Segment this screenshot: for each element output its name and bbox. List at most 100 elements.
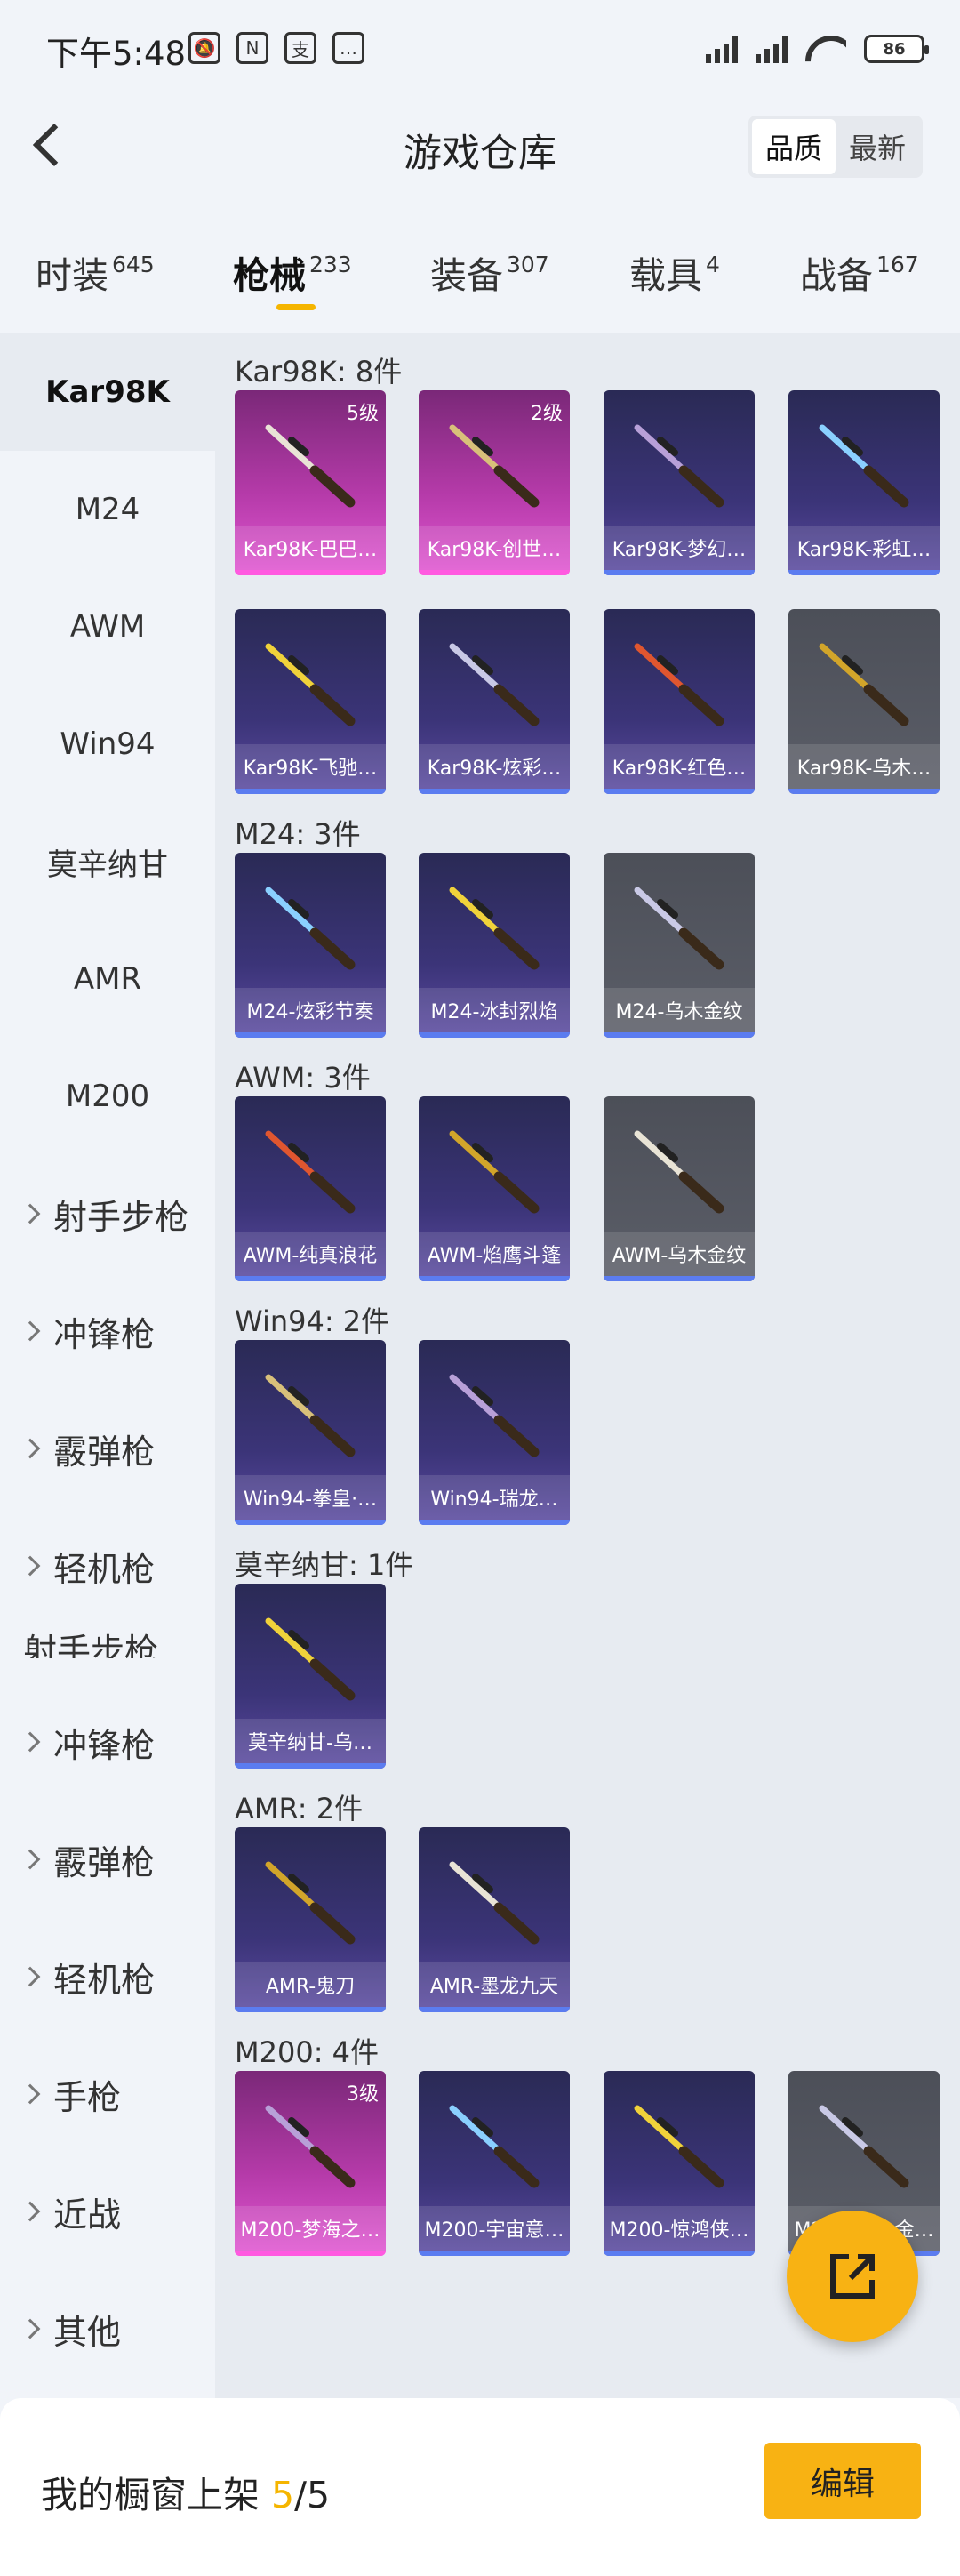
weapon-skin-name: M200-宇宙意… (419, 2206, 570, 2251)
rifle-icon (265, 1130, 356, 1214)
weapon-skin-name: M24-乌木金纹 (604, 988, 755, 1032)
weapon-skin-card[interactable]: M24-乌木金纹 (604, 853, 755, 1038)
sidebar-group-shotgun[interactable]: 霰弹枪 (0, 1390, 215, 1507)
tab-firearms[interactable]: 枪械 233 (233, 245, 352, 299)
rifle-icon (265, 887, 356, 970)
weapon-skin-name: AWM-焰鹰斗篷 (419, 1232, 570, 1276)
rifle-icon (449, 643, 540, 726)
rifle-icon (634, 2105, 724, 2188)
weapon-skin-name: M200-惊鸿侠… (604, 2206, 755, 2251)
weapon-skin-name: Win94-瑞龙… (419, 1475, 570, 1520)
sidebar-item-mosin[interactable]: 莫辛纳甘 (0, 803, 215, 920)
sidebar-group-lmg-2[interactable]: 轻机枪 (0, 1918, 215, 2035)
weapon-skin-card[interactable]: Kar98K-梦幻… (604, 390, 755, 575)
tab-vehicles[interactable]: 载具 4 (629, 245, 720, 299)
chevron-right-icon (20, 1203, 41, 1224)
sort-by-quality-button[interactable]: 品质 (752, 119, 836, 174)
chevron-right-icon (20, 2318, 41, 2339)
rarity-stripe (604, 1276, 755, 1281)
share-external-icon (830, 2254, 875, 2299)
sidebar-group-dmr[interactable]: 射手步枪 (0, 1155, 215, 1272)
level-badge: 5级 (347, 403, 379, 425)
weapon-skin-card[interactable]: Kar98K-红色… (604, 609, 755, 794)
rifle-icon (265, 1861, 356, 1945)
weapon-skin-card[interactable]: Kar98K-飞驰… (235, 609, 386, 794)
weapon-skin-card[interactable]: Kar98K-炫彩… (419, 609, 570, 794)
weapon-skin-card[interactable]: M24-冰封烈焰 (419, 853, 570, 1038)
sidebar-item-amr[interactable]: AMR (0, 920, 215, 1038)
message-icon: … (332, 32, 364, 64)
sidebar-group-shotgun-2[interactable]: 霰弹枪 (0, 1801, 215, 1918)
sidebar-group-melee[interactable]: 近战 (0, 2153, 215, 2270)
showcase-bar: 我的橱窗上架 5/5 编辑 (0, 2398, 960, 2576)
chevron-right-icon (20, 1438, 41, 1459)
sidebar-group-other[interactable]: 其他 (0, 2270, 215, 2387)
rifle-icon (265, 1374, 356, 1457)
rifle-icon (819, 424, 909, 508)
rifle-icon (449, 1861, 540, 1945)
status-time: 下午5:48 (46, 35, 187, 73)
rifle-icon (265, 2105, 356, 2188)
weapon-skin-card[interactable]: M24-炫彩节奏 (235, 853, 386, 1038)
rifle-icon (449, 424, 540, 508)
weapon-skin-card[interactable]: M200-惊鸿侠… (604, 2071, 755, 2256)
category-tabs: 时装 645 枪械 233 装备 307 载具 4 战备 167 (0, 222, 960, 329)
weapon-skin-card[interactable]: Win94-瑞龙… (419, 1340, 570, 1525)
weapon-skin-card[interactable]: 3级 M200-梦海之… (235, 2071, 386, 2256)
sidebar-group-smg-2[interactable]: 冲锋枪 (0, 1683, 215, 1801)
sidebar-item-m200[interactable]: M200 (0, 1038, 215, 1155)
rarity-stripe (419, 2007, 570, 2012)
weapon-skin-card[interactable]: 5级 Kar98K-巴巴… (235, 390, 386, 575)
weapon-skin-card[interactable]: AWM-乌木金纹 (604, 1096, 755, 1281)
weapon-skin-card[interactable]: 2级 Kar98K-创世… (419, 390, 570, 575)
section-title: AMR: 2件 (235, 1792, 364, 1826)
sidebar-group-dmr-duplicate[interactable]: 射手步枪 (0, 1587, 215, 1658)
weapon-skin-name: AMR-鬼刀 (235, 1962, 386, 2007)
edit-button[interactable]: 编辑 (764, 2443, 921, 2519)
tab-supplies[interactable]: 战备 167 (800, 245, 919, 299)
chevron-right-icon (20, 1849, 41, 1870)
weapon-skin-card[interactable]: AMR-鬼刀 (235, 1827, 386, 2012)
weapon-skin-card[interactable]: Kar98K-乌木… (788, 609, 940, 794)
mute-bell-icon: 🔕 (188, 32, 220, 64)
share-fab-button[interactable] (787, 2211, 918, 2342)
sidebar-item-awm[interactable]: AWM (0, 568, 215, 686)
rarity-stripe (788, 570, 940, 575)
active-tab-indicator (276, 304, 316, 310)
rifle-icon (265, 424, 356, 508)
rifle-icon (265, 643, 356, 726)
sidebar-group-smg[interactable]: 冲锋枪 (0, 1272, 215, 1390)
weapon-skin-card[interactable]: M200-宇宙意… (419, 2071, 570, 2256)
rarity-stripe (419, 1520, 570, 1525)
weapon-skin-name: Kar98K-彩虹… (788, 526, 940, 570)
weapon-skin-card[interactable]: AWM-焰鹰斗篷 (419, 1096, 570, 1281)
rarity-stripe (235, 1763, 386, 1769)
sidebar-item-win94[interactable]: Win94 (0, 686, 215, 803)
weapon-skin-name: 莫辛纳甘-乌… (235, 1719, 386, 1763)
rarity-stripe (604, 1032, 755, 1038)
rarity-stripe (419, 570, 570, 575)
weapon-skin-card[interactable]: AWM-纯真浪花 (235, 1096, 386, 1281)
wifi-icon (805, 34, 846, 64)
weapon-grid: Kar98K: 8件 5级 Kar98K-巴巴… 2级 Kar98K-创世… Kar98K… (215, 333, 960, 2398)
weapon-skin-name: M24-炫彩节奏 (235, 988, 386, 1032)
sort-toggle: 品质 最新 (748, 116, 923, 178)
weapon-skin-card[interactable]: Kar98K-彩虹… (788, 390, 940, 575)
sidebar-item-kar98k[interactable]: Kar98K (0, 333, 215, 451)
weapon-skin-name: Kar98K-创世… (419, 526, 570, 570)
section-title: 莫辛纳甘: 1件 (235, 1548, 414, 1582)
sort-by-newest-button[interactable]: 最新 (836, 119, 919, 174)
rarity-stripe (419, 1276, 570, 1281)
tab-fashion[interactable]: 时装 645 (36, 245, 155, 299)
weapon-skin-card[interactable]: AMR-墨龙九天 (419, 1827, 570, 2012)
weapon-skin-card[interactable]: Win94-拳皇·… (235, 1340, 386, 1525)
nfc-icon: N (236, 32, 268, 64)
rarity-stripe (419, 1032, 570, 1038)
sidebar-group-pistol[interactable]: 手枪 (0, 2035, 215, 2153)
weapon-skin-name: AWM-纯真浪花 (235, 1232, 386, 1276)
sidebar-item-m24[interactable]: M24 (0, 451, 215, 568)
tab-equipment[interactable]: 装备 307 (430, 245, 549, 299)
weapon-skin-card[interactable]: 莫辛纳甘-乌… (235, 1584, 386, 1769)
app-header: 游戏仓库 品质 最新 (0, 98, 960, 196)
weapon-skin-name: Win94-拳皇·… (235, 1475, 386, 1520)
